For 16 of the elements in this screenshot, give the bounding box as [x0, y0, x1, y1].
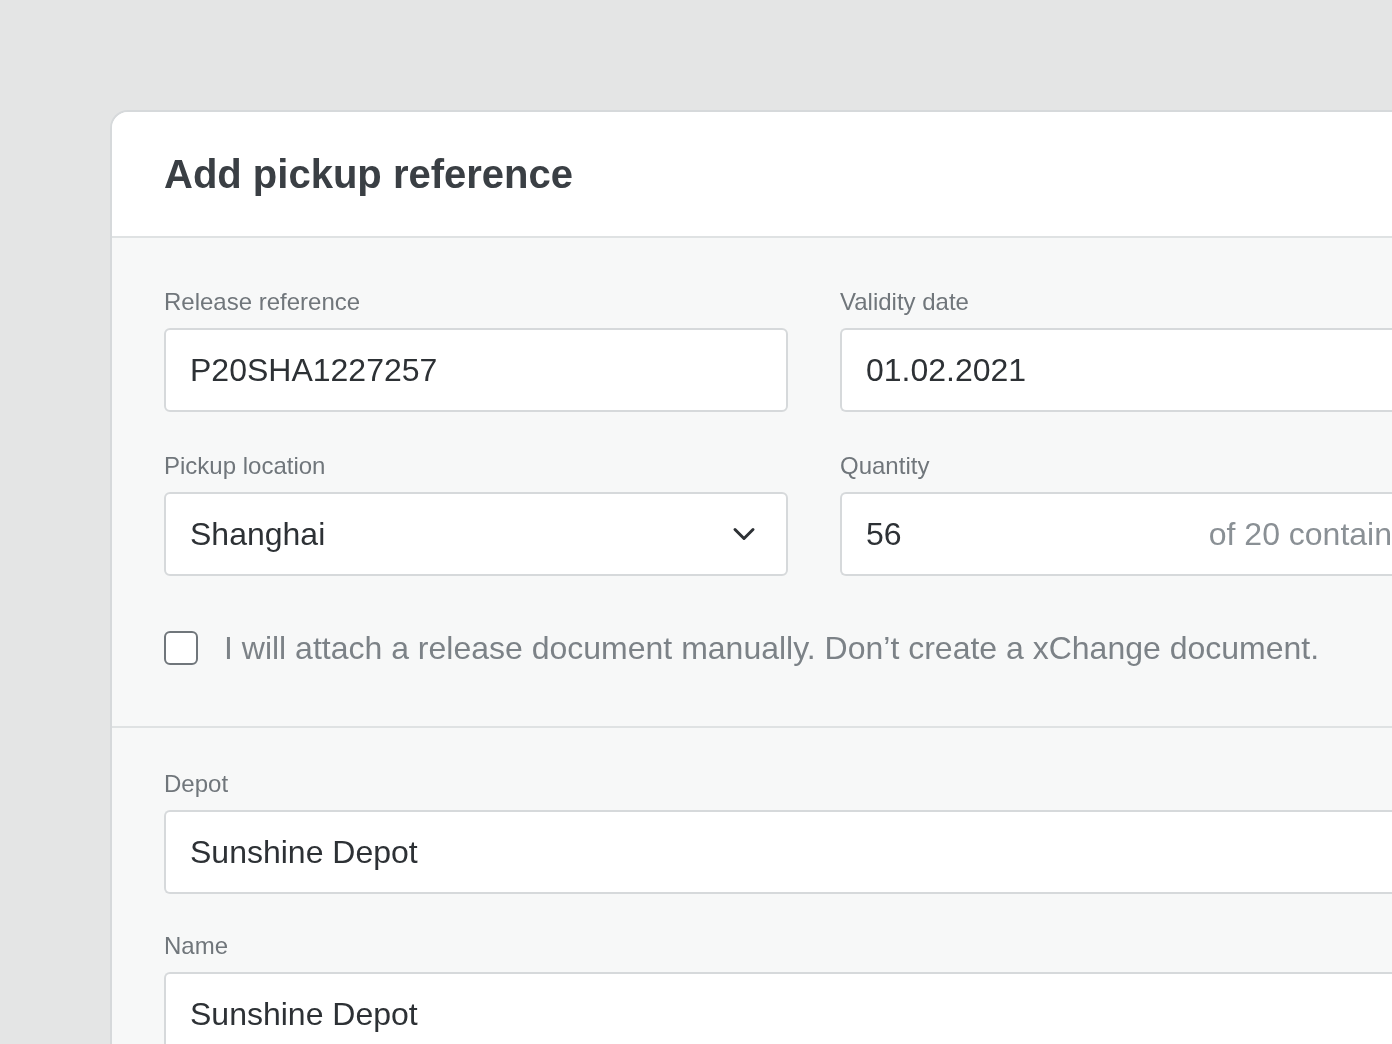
- dialog-title: Add pickup reference: [164, 151, 573, 198]
- checkbox-label: I will attach a release document manually. Don’t create a xChange document.: [224, 629, 1320, 668]
- text-field[interactable]: Sunshine Depot: [164, 810, 1392, 894]
- field-label: Validity date: [840, 288, 970, 316]
- location-dropdown[interactable]: Shanghai: [164, 492, 788, 576]
- quantity-field[interactable]: 56 of 20 contain: [840, 492, 1392, 576]
- checkbox[interactable]: [164, 631, 198, 665]
- field-label: Quantity: [840, 452, 931, 480]
- field-label: Pickup location: [164, 452, 327, 480]
- text-field[interactable]: P20SHA1227257: [164, 328, 788, 412]
- text-field[interactable]: 01.02.2021: [840, 328, 1392, 412]
- field-label: Release reference: [164, 288, 362, 316]
- unit-suffix: of 20 contain: [1208, 515, 1392, 554]
- field-label: Name: [164, 932, 230, 960]
- field-label: Depot: [164, 770, 230, 798]
- text-field[interactable]: Sunshine Depot: [164, 972, 1392, 1044]
